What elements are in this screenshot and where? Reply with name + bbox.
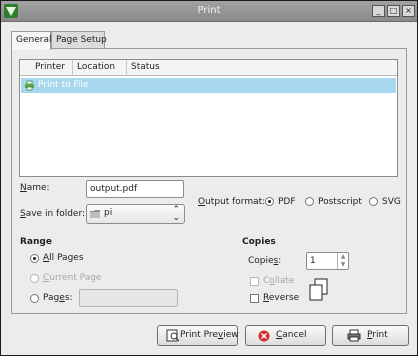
name-input[interactable]: output.pdf — [86, 180, 184, 198]
output-format-label: Output format: — [198, 197, 266, 207]
general-panel: Printer Location Status Print to File Na… — [11, 48, 407, 314]
tab-page-setup[interactable]: Page Setup — [51, 31, 107, 49]
range-current-radio — [30, 274, 39, 283]
folder-value: pi — [104, 208, 113, 218]
range-all-radio[interactable] — [30, 254, 39, 263]
column-status[interactable]: Status — [127, 60, 187, 76]
range-all-label[interactable]: All Pages — [43, 253, 84, 263]
title-bar[interactable]: Print _ □ × — [1, 1, 417, 22]
copies-value: 1 — [310, 256, 316, 266]
close-button[interactable]: × — [402, 5, 415, 17]
column-printer[interactable]: Printer — [20, 60, 73, 76]
print-preview-icon — [166, 329, 180, 342]
format-postscript-radio[interactable] — [305, 197, 314, 206]
format-pdf-radio[interactable] — [265, 197, 274, 206]
printer-row-print-to-file[interactable]: Print to File — [21, 78, 396, 93]
reverse-checkbox[interactable] — [250, 294, 259, 303]
printer-list[interactable]: Printer Location Status Print to File — [19, 59, 398, 177]
reverse-label[interactable]: Reverse — [263, 293, 299, 303]
spinner-arrows-icon[interactable]: ▲ ▼ — [337, 253, 348, 269]
print-dialog: Print _ □ × General Page Setup Printer L… — [0, 0, 418, 356]
print-button[interactable]: Print — [332, 325, 409, 346]
print-label: Print — [367, 330, 388, 340]
print-preview-button[interactable]: Print Preview — [157, 325, 239, 346]
folder-combo[interactable]: pi ⌃ ⌄ — [86, 204, 185, 224]
minimize-button[interactable]: _ — [372, 5, 385, 17]
range-current-label: Current Page — [43, 273, 102, 283]
column-location[interactable]: Location — [73, 60, 127, 76]
save-folder-label: Save in folder: — [20, 209, 86, 219]
name-label: Name: — [20, 183, 50, 193]
range-heading: Range — [20, 237, 52, 247]
print-icon — [347, 329, 361, 342]
folder-icon — [90, 210, 100, 218]
range-pages-radio[interactable] — [30, 294, 39, 303]
cancel-button[interactable]: Cancel — [245, 325, 326, 346]
printer-list-header: Printer Location Status — [20, 60, 397, 76]
format-svg-radio[interactable] — [369, 197, 378, 206]
printer-icon — [25, 80, 34, 91]
maximize-button[interactable]: □ — [387, 5, 400, 17]
copies-heading: Copies — [242, 237, 276, 247]
collate-label: Collate — [263, 276, 295, 286]
copies-pages-icon — [309, 278, 328, 301]
printer-name: Print to File — [38, 80, 89, 90]
range-pages-label[interactable]: Pages: — [43, 293, 73, 303]
collate-checkbox — [250, 277, 259, 286]
updown-icon: ⌃ ⌄ — [172, 205, 180, 223]
print-preview-label: Print Preview — [180, 330, 239, 340]
cancel-icon — [258, 330, 270, 342]
format-svg-label[interactable]: SVG — [382, 197, 401, 207]
copies-label: Copies: — [248, 256, 282, 266]
cancel-label: Cancel — [276, 330, 307, 340]
pages-input[interactable] — [79, 289, 178, 307]
format-postscript-label[interactable]: Postscript — [318, 197, 362, 207]
copies-spinner[interactable]: 1 ▲ ▼ — [306, 252, 349, 270]
tab-general[interactable]: General — [11, 31, 51, 50]
window-title: Print — [197, 5, 221, 16]
format-pdf-label[interactable]: PDF — [278, 197, 296, 207]
